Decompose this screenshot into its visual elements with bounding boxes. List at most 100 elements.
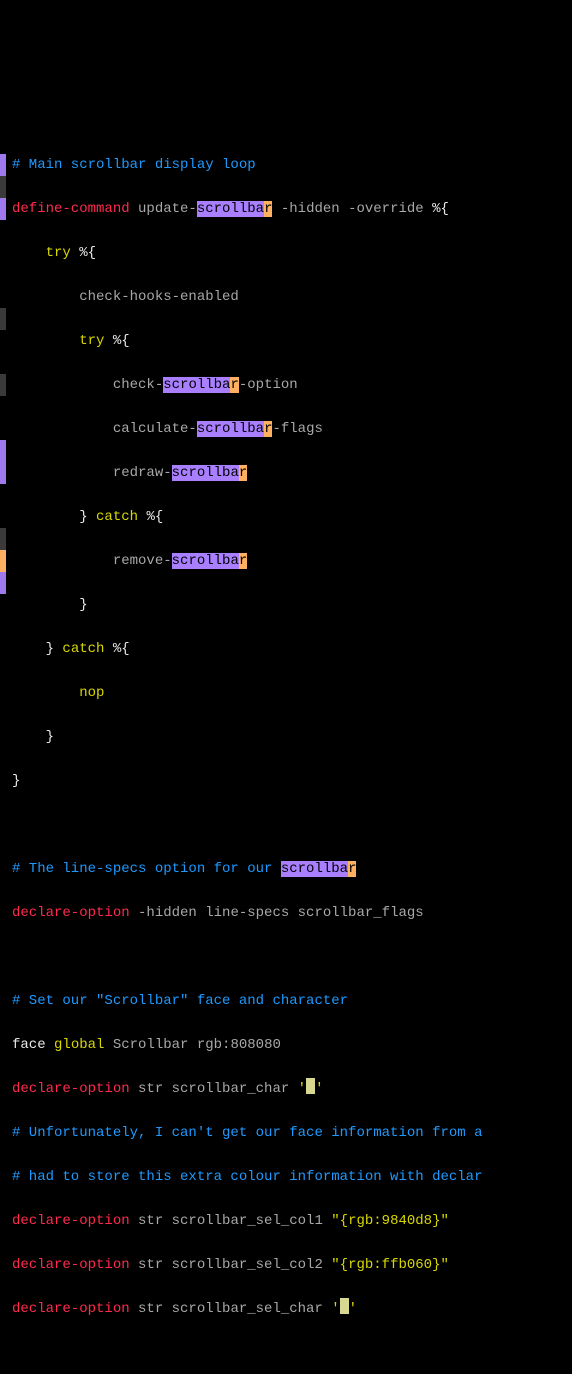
search-highlight: scrollba — [197, 201, 264, 217]
text: Scrollbar rgb:808080 — [104, 1037, 280, 1053]
code-line: declare-option -hidden line-specs scroll… — [0, 902, 572, 924]
code-line: declare-option str scrollbar_char ' ' — [0, 1078, 572, 1100]
keyword: declare-option — [12, 1081, 130, 1097]
search-highlight: scrollba — [281, 861, 348, 877]
code-editor[interactable]: # Main scrollbar display loop define-com… — [0, 132, 572, 1374]
keyword: declare-option — [12, 1301, 130, 1317]
gutter — [0, 0, 6, 242]
code-line: # Unfortunately, I can't get our face in… — [0, 1122, 572, 1144]
keyword: catch — [88, 509, 147, 525]
code-line: redraw-scrollbar — [0, 462, 572, 484]
text: -flags — [272, 421, 322, 437]
code-line: } — [0, 726, 572, 748]
comment: # had to store this extra colour informa… — [12, 1169, 482, 1185]
text: str scrollbar_sel_col1 — [130, 1213, 332, 1229]
code-line — [0, 946, 572, 968]
comment: # Main scrollbar display loop — [12, 157, 256, 173]
text: -hidden line-specs scrollbar_flags — [130, 905, 424, 921]
keyword: declare-option — [12, 1213, 130, 1229]
gutter-mark — [0, 198, 6, 220]
string: ' — [298, 1081, 306, 1097]
text: str scrollbar_sel_col2 — [130, 1257, 332, 1273]
search-highlight: scrollba — [197, 421, 264, 437]
keyword: catch — [54, 641, 113, 657]
keyword: global — [54, 1037, 104, 1053]
text: str scrollbar_char — [130, 1081, 298, 1097]
gutter-mark — [0, 550, 6, 572]
brace: %{ — [432, 201, 449, 217]
comment: # Set our "Scrollbar" face and character — [12, 993, 348, 1009]
search-highlight-tail: r — [230, 377, 238, 393]
text: -hidden -override — [272, 201, 432, 217]
search-highlight: scrollba — [172, 553, 239, 569]
code-line: } — [0, 770, 572, 792]
brace: %{ — [113, 333, 130, 349]
text: update- — [130, 201, 197, 217]
gutter-mark — [0, 572, 6, 594]
code-line: check-scrollbar-option — [0, 374, 572, 396]
gutter-mark — [0, 440, 6, 462]
text: -option — [239, 377, 298, 393]
keyword: declare-option — [12, 1257, 130, 1273]
string: ' — [331, 1301, 339, 1317]
code-line: # Main scrollbar display loop — [0, 154, 572, 176]
block-char-icon — [306, 1078, 315, 1094]
code-line: try %{ — [0, 242, 572, 264]
code-line: face global Scrollbar rgb:808080 — [0, 1034, 572, 1056]
keyword: try — [12, 333, 113, 349]
code-line: declare-option str scrollbar_sel_col1 "{… — [0, 1210, 572, 1232]
code-line: # had to store this extra colour informa… — [0, 1166, 572, 1188]
code-line: define-command update-scrollbar -hidden … — [0, 198, 572, 220]
code-line: # Set our "Scrollbar" face and character — [0, 990, 572, 1012]
string: "{rgb:9840d8}" — [331, 1213, 449, 1229]
search-highlight: scrollba — [163, 377, 230, 393]
code-line: nop — [0, 682, 572, 704]
block-char-icon — [340, 1298, 349, 1314]
gutter-mark — [0, 462, 6, 484]
brace: } — [12, 773, 20, 789]
code-line: try %{ — [0, 330, 572, 352]
text: remove- — [12, 553, 172, 569]
brace: } — [12, 597, 88, 613]
brace: } — [12, 729, 54, 745]
keyword: define-command — [12, 201, 130, 217]
code-line: check-hooks-enabled — [0, 286, 572, 308]
brace: } — [12, 641, 54, 657]
brace: %{ — [113, 641, 130, 657]
text: check-hooks-enabled — [12, 289, 239, 305]
text: check- — [12, 377, 163, 393]
text: str scrollbar_sel_char — [130, 1301, 332, 1317]
keyword: try — [12, 245, 79, 261]
code-line — [0, 1342, 572, 1364]
text: face — [12, 1037, 54, 1053]
string: "{rgb:ffb060}" — [331, 1257, 449, 1273]
gutter-mark — [0, 176, 6, 198]
string: ' — [349, 1301, 357, 1317]
code-line: # The line-specs option for our scrollba… — [0, 858, 572, 880]
gutter-mark — [0, 154, 6, 176]
text: redraw- — [12, 465, 172, 481]
comment: # Unfortunately, I can't get our face in… — [12, 1125, 482, 1141]
code-line: } — [0, 594, 572, 616]
gutter-mark — [0, 374, 6, 396]
gutter-mark — [0, 528, 6, 550]
brace: %{ — [146, 509, 163, 525]
gutter-mark — [0, 308, 6, 330]
comment: # The line-specs option for our — [12, 861, 281, 877]
search-highlight: scrollba — [172, 465, 239, 481]
code-line — [0, 814, 572, 836]
brace: } — [12, 509, 88, 525]
text: calculate- — [12, 421, 197, 437]
keyword: declare-option — [12, 905, 130, 921]
search-highlight-tail: r — [239, 465, 247, 481]
code-line: calculate-scrollbar-flags — [0, 418, 572, 440]
code-line: remove-scrollbar — [0, 550, 572, 572]
search-highlight-tail: r — [348, 861, 356, 877]
code-line: } catch %{ — [0, 506, 572, 528]
keyword: nop — [12, 685, 104, 701]
search-highlight-tail: r — [239, 553, 247, 569]
code-line: } catch %{ — [0, 638, 572, 660]
code-line: declare-option str scrollbar_sel_col2 "{… — [0, 1254, 572, 1276]
brace: %{ — [79, 245, 96, 261]
string: ' — [315, 1081, 323, 1097]
